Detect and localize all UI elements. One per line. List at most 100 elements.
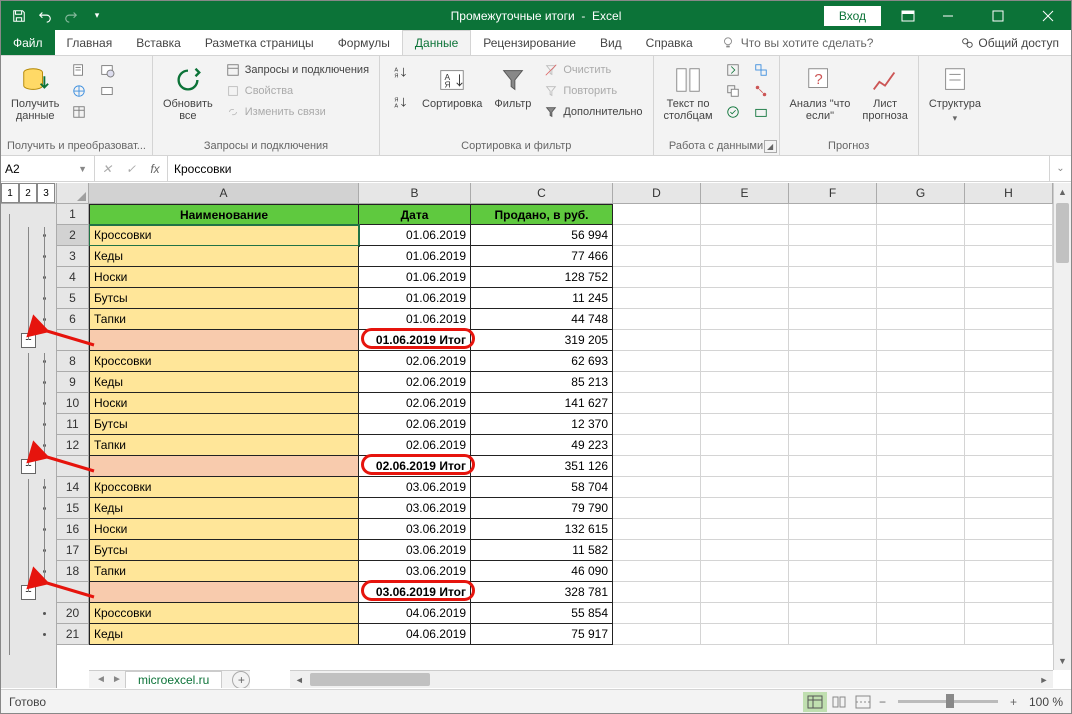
cell-F-4[interactable] (789, 267, 877, 288)
cell-H-4[interactable] (965, 267, 1053, 288)
cell-c-13[interactable]: 351 126 (471, 456, 613, 477)
outline-level-3[interactable]: 3 (37, 183, 55, 203)
cell-D-21[interactable] (613, 624, 701, 645)
undo-button[interactable] (33, 4, 57, 28)
text-to-columns-button[interactable]: Текст по столбцам (660, 60, 717, 126)
cell-D-10[interactable] (613, 393, 701, 414)
get-data-button[interactable]: Получить данные (7, 60, 63, 126)
flash-fill-button[interactable] (721, 60, 745, 80)
cell-F-12[interactable] (789, 435, 877, 456)
cell-c-3[interactable]: 77 466 (471, 246, 613, 267)
cell-c-4[interactable]: 128 752 (471, 267, 613, 288)
zoom-slider[interactable] (898, 700, 998, 703)
advanced-filter-button[interactable]: Дополнительно (539, 102, 646, 122)
ribbon-options-button[interactable] (895, 1, 921, 30)
cell-F-2[interactable] (789, 225, 877, 246)
cell-a-8[interactable]: Кроссовки (89, 351, 359, 372)
login-button[interactable]: Вход (824, 6, 881, 26)
cell-b-5[interactable]: 01.06.2019 (359, 288, 471, 309)
cell-a-16[interactable]: Носки (89, 519, 359, 540)
cell-H-1[interactable] (965, 204, 1053, 225)
cell-b-20[interactable]: 04.06.2019 (359, 603, 471, 624)
cell-a-7[interactable] (89, 330, 359, 351)
sort-button[interactable]: АЯ Сортировка (418, 60, 486, 114)
cell-E-9[interactable] (701, 372, 789, 393)
name-box-input[interactable] (5, 162, 75, 176)
page-layout-view-button[interactable] (827, 692, 851, 712)
cell-E-14[interactable] (701, 477, 789, 498)
cell-H-7[interactable] (965, 330, 1053, 351)
cell-a-5[interactable]: Бутсы (89, 288, 359, 309)
tab-view[interactable]: Вид (588, 30, 634, 55)
tab-home[interactable]: Главная (55, 30, 125, 55)
zoom-out-button[interactable]: − (875, 695, 890, 709)
cell-H-10[interactable] (965, 393, 1053, 414)
cell-F-10[interactable] (789, 393, 877, 414)
zoom-thumb[interactable] (946, 694, 954, 708)
cell-H-2[interactable] (965, 225, 1053, 246)
row-header-10[interactable]: 10 (57, 393, 89, 414)
cell-D-9[interactable] (613, 372, 701, 393)
cell-a-18[interactable]: Тапки (89, 561, 359, 582)
cell-D-16[interactable] (613, 519, 701, 540)
cell-D-11[interactable] (613, 414, 701, 435)
what-if-button[interactable]: ? Анализ "что если" (786, 60, 855, 126)
cell-b-19[interactable]: 03.06.2019 Итог (359, 582, 471, 603)
sheet-tab-active[interactable]: microexcel.ru (125, 671, 222, 688)
col-header-A[interactable]: A (89, 183, 359, 204)
sheet-nav-next[interactable]: ► (109, 674, 125, 685)
consolidate-button[interactable] (749, 60, 773, 80)
cell-c-9[interactable]: 85 213 (471, 372, 613, 393)
row-header-20[interactable]: 20 (57, 603, 89, 624)
cell-b-8[interactable]: 02.06.2019 (359, 351, 471, 372)
outline-button[interactable]: Структура ▾ (925, 60, 985, 128)
col-header-B[interactable]: B (359, 183, 471, 204)
scroll-down-button[interactable]: ▼ (1054, 652, 1071, 670)
cell-G-2[interactable] (877, 225, 965, 246)
tab-insert[interactable]: Вставка (124, 30, 193, 55)
cell-b-9[interactable]: 02.06.2019 (359, 372, 471, 393)
add-sheet-button[interactable]: + (232, 671, 250, 689)
header-cell-a[interactable]: Наименование (89, 204, 359, 225)
cell-D-8[interactable] (613, 351, 701, 372)
cell-E-20[interactable] (701, 603, 789, 624)
cell-a-19[interactable] (89, 582, 359, 603)
existing-conn-button[interactable] (95, 81, 119, 101)
col-header-H[interactable]: H (965, 183, 1053, 204)
cell-b-2[interactable]: 01.06.2019 (359, 225, 471, 246)
vscroll-thumb[interactable] (1056, 203, 1069, 263)
cell-F-3[interactable] (789, 246, 877, 267)
relationships-button[interactable] (749, 81, 773, 101)
cell-c-11[interactable]: 12 370 (471, 414, 613, 435)
cell-a-12[interactable]: Тапки (89, 435, 359, 456)
cell-E-1[interactable] (701, 204, 789, 225)
cell-H-14[interactable] (965, 477, 1053, 498)
header-cell-c[interactable]: Продано, в руб. (471, 204, 613, 225)
select-all-corner[interactable] (57, 183, 89, 204)
col-header-D[interactable]: D (613, 183, 701, 204)
cancel-formula-button[interactable]: ✕ (95, 162, 119, 176)
row-header-14[interactable]: 14 (57, 477, 89, 498)
cell-D-19[interactable] (613, 582, 701, 603)
cell-G-5[interactable] (877, 288, 965, 309)
cell-G-7[interactable] (877, 330, 965, 351)
row-header-15[interactable]: 15 (57, 498, 89, 519)
cell-G-8[interactable] (877, 351, 965, 372)
recent-sources-button[interactable] (95, 60, 119, 80)
from-web-button[interactable] (67, 81, 91, 101)
cell-a-4[interactable]: Носки (89, 267, 359, 288)
col-header-C[interactable]: C (471, 183, 613, 204)
cell-F-1[interactable] (789, 204, 877, 225)
cell-D-18[interactable] (613, 561, 701, 582)
normal-view-button[interactable] (803, 692, 827, 712)
cell-G-3[interactable] (877, 246, 965, 267)
cell-H-18[interactable] (965, 561, 1053, 582)
row-header-9[interactable]: 9 (57, 372, 89, 393)
cell-E-16[interactable] (701, 519, 789, 540)
cell-H-11[interactable] (965, 414, 1053, 435)
row-header-5[interactable]: 5 (57, 288, 89, 309)
cell-E-11[interactable] (701, 414, 789, 435)
cell-a-20[interactable]: Кроссовки (89, 603, 359, 624)
share-button[interactable]: Общий доступ (948, 30, 1071, 55)
cell-H-9[interactable] (965, 372, 1053, 393)
